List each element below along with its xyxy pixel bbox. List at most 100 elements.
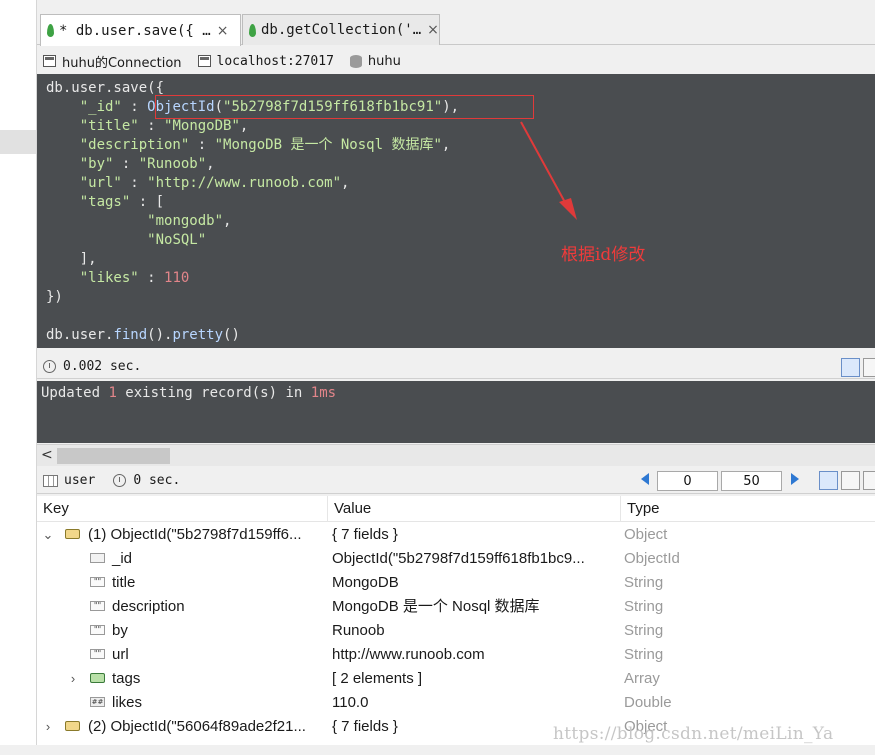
connection-icon [43,55,56,67]
table-row[interactable]: ⌄ (1) ObjectId("5b2798f7d159ff6... { 7 f… [37,523,875,547]
row-key: url [112,646,129,663]
editor-line-3: "title" : "MongoDB", [79,118,249,134]
row-value: ObjectId("5b2798f7d159ff618fb1bc9... [332,550,585,567]
collection-name: user [64,473,96,488]
editor-line-11: "likes" : 110 [79,270,190,286]
editor-line-6: "url" : "http://www.runoob.com", [79,175,350,191]
tab-save-query[interactable]: * db.user.save({ … × [40,14,241,46]
row-value: [ 2 elements ] [332,670,423,687]
editor-line-7: "tags" : [ [79,194,165,210]
chevron-right-icon[interactable]: › [42,715,54,739]
string-icon: "" [90,577,105,588]
connection-database[interactable]: huhu [349,54,401,69]
tab-label: db.getCollection('… [261,22,422,38]
editor-line-9: "NoSQL" [147,232,207,248]
row-value: 110.0 [332,694,369,711]
chevron-right-icon[interactable]: › [67,667,79,691]
column-header-value[interactable]: Value [328,496,621,522]
row-value: Runoob [332,622,385,639]
row-type: String [624,598,664,615]
query-editor[interactable]: db.user.save({ "_id" : ObjectId("5b2798f… [37,74,875,348]
editor-line-12: }) [46,289,63,305]
connection-name[interactable]: huhu的Connection [43,52,182,71]
prev-page-icon[interactable] [641,473,649,485]
row-value: { 7 fields } [332,526,398,543]
table-row[interactable]: "" description MongoDB 是一个 Nosql 数据库 Str… [37,595,875,619]
table-row[interactable]: _id ObjectId("5b2798f7d159ff618fb1bc9...… [37,547,875,571]
object-icon [65,721,80,732]
close-icon[interactable]: × [427,22,439,38]
row-key: title [112,574,136,591]
table-row[interactable]: "" title MongoDB String [37,571,875,595]
results-toolbar: user 0 sec. [37,468,875,494]
editor-line-4: "description" : "MongoDB 是一个 Nosql 数据库", [79,137,451,153]
row-type: ObjectId [624,550,680,567]
table-row[interactable]: › tags [ 2 elements ] Array [37,667,875,691]
results-tree: Key Value Type ⌄ (1) ObjectId("5b2798f7d… [37,496,875,745]
column-header-key[interactable]: Key [37,496,328,522]
row-type: String [624,622,664,639]
execution-time: 0.002 sec. [63,359,142,374]
row-value: MongoDB [332,574,399,591]
server-icon [197,55,211,67]
table-row[interactable]: ## likes 110.0 Double [37,691,875,715]
tab-label: * db.user.save({ … [59,22,211,39]
database-icon [349,54,362,68]
connection-bar: huhu的Connection localhost:27017 huhu [37,50,875,72]
bottom-strip [0,745,875,755]
row-type: Double [624,694,672,711]
table-mode-button[interactable] [841,471,860,490]
objectid-icon [90,553,105,564]
tree-view-button[interactable] [863,358,875,377]
page-size-input[interactable] [721,471,782,491]
result-line: Updated 1 existing record(s) in 1ms [41,385,337,401]
close-icon[interactable]: × [217,23,229,39]
text-mode-button[interactable] [863,471,875,490]
table-row[interactable]: "" url http://www.runoob.com String [37,643,875,667]
query-time: 0 sec. [133,473,181,488]
row-key: (1) ObjectId("5b2798f7d159ff6... [88,526,302,543]
execution-bar: 0.002 sec. [37,355,875,379]
tab-bar: * db.user.save({ … × db.getCollection('…… [37,10,875,46]
row-key: _id [112,550,133,567]
scroll-thumb[interactable] [57,448,170,464]
table-header: Key Value Type [37,496,875,522]
table-row[interactable]: "" by Runoob String [37,619,875,643]
mongodb-leaf-icon [47,24,54,37]
string-icon: "" [90,649,105,660]
row-type: String [624,646,664,663]
left-panel [0,0,37,755]
string-icon: "" [90,625,105,636]
editor-line-8: "mongodb", [147,213,232,229]
row-value: http://www.runoob.com [332,646,485,663]
row-key: (2) ObjectId("56064f89ade2f21... [88,718,306,735]
string-icon: "" [90,601,105,612]
tab-get-collection[interactable]: db.getCollection('… × [242,14,440,45]
row-type: Object [624,526,668,543]
next-page-icon[interactable] [791,473,799,485]
left-panel-selection[interactable] [0,130,36,154]
annotation-text: 根据id修改 [561,245,646,265]
row-type: Array [624,670,660,687]
clock-icon [43,360,56,373]
editor-line-5: "by" : "Runoob", [79,156,215,172]
clock-icon [113,474,127,487]
array-icon [90,673,105,684]
mongodb-leaf-icon [249,23,256,37]
connection-host[interactable]: localhost:27017 [197,54,334,69]
editor-line-13 [46,307,875,326]
editor-line-14: db.user.find().pretty() [46,327,240,343]
row-key: by [112,622,128,639]
number-icon: ## [90,697,105,708]
result-output: Updated 1 existing record(s) in 1ms [37,381,875,443]
text-view-button[interactable] [841,358,860,377]
tree-mode-button[interactable] [819,471,838,490]
column-header-type[interactable]: Type [621,496,875,522]
row-key: tags [112,670,141,687]
chevron-down-icon[interactable]: ⌄ [42,523,54,547]
object-icon [65,529,80,540]
page-start-input[interactable] [657,471,718,491]
scroll-left-icon[interactable]: < [41,447,53,463]
horizontal-scrollbar[interactable]: < [37,444,875,466]
objectid-highlight-box [155,95,534,119]
